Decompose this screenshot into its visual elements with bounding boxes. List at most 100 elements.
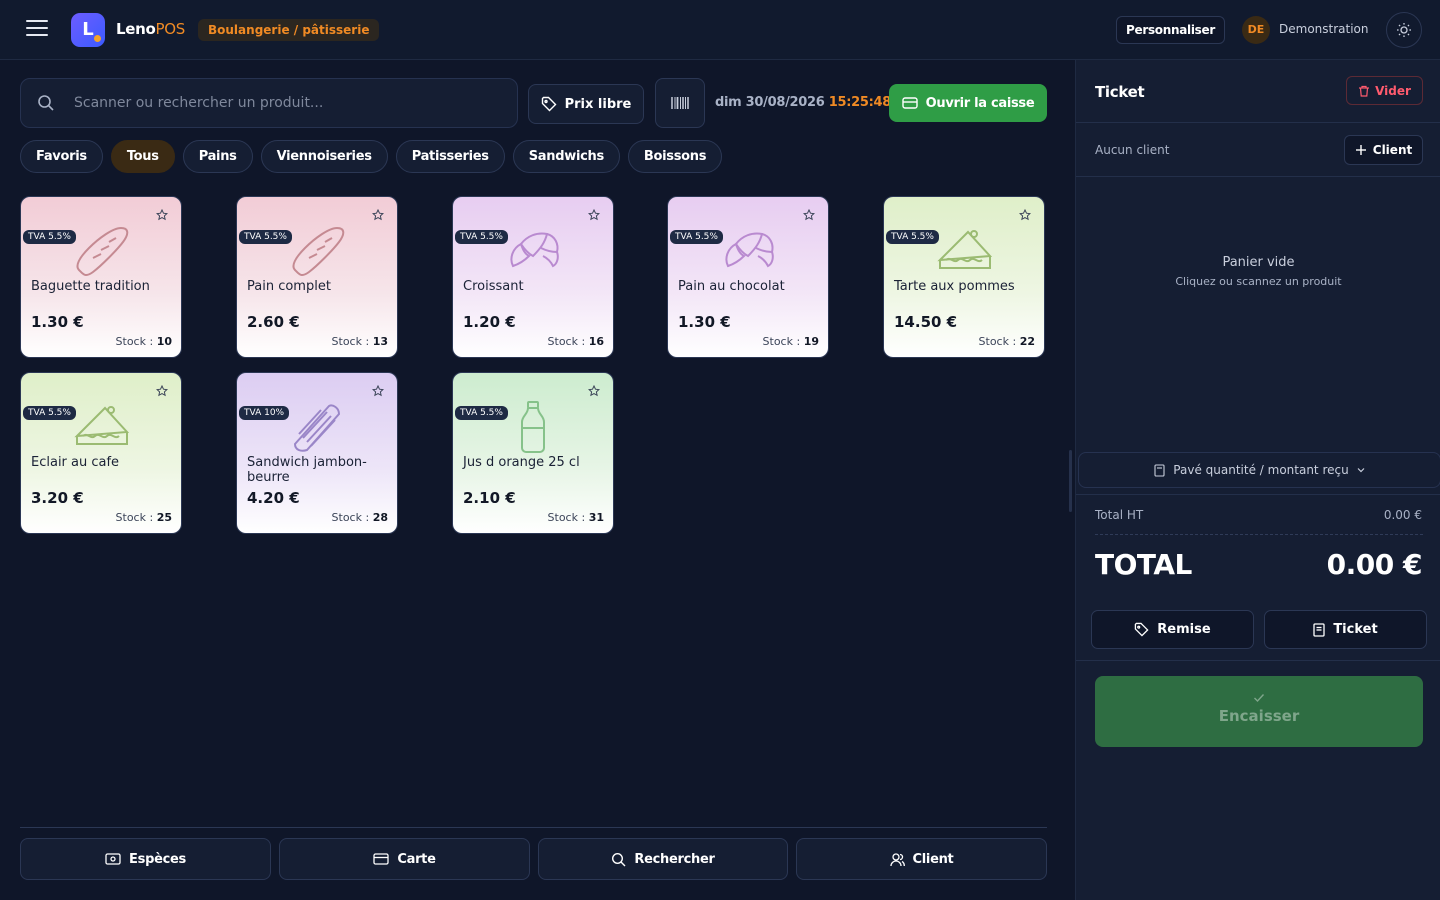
user-name[interactable]: Demonstration (1279, 22, 1369, 36)
tab-tous[interactable]: Tous (110, 140, 175, 173)
tab-viennoiseries[interactable]: Viennoiseries (260, 140, 388, 173)
user-icon (889, 852, 905, 866)
barcode-icon (671, 97, 689, 109)
trash-icon (1359, 85, 1370, 97)
card-button[interactable]: Carte (279, 838, 530, 880)
star-icon[interactable] (372, 385, 384, 397)
tva-badge: TVA 5.5% (886, 230, 939, 244)
product-card[interactable]: TVA 5.5% Tarte aux pommes 14.50 € Stock … (883, 196, 1045, 358)
product-name: Pain au chocolat (678, 279, 785, 294)
search-icon (38, 95, 54, 111)
search-label: Rechercher (634, 851, 715, 867)
star-icon[interactable] (588, 209, 600, 221)
star-icon[interactable] (156, 385, 168, 397)
star-icon[interactable] (1019, 209, 1031, 221)
product-card[interactable]: TVA 5.5% Baguette tradition 1.30 € Stock… (20, 196, 182, 358)
product-search[interactable] (20, 78, 518, 128)
product-name: Jus d orange 25 cl (463, 455, 580, 470)
total-ht-value: 0.00 € (1383, 508, 1422, 522)
panel-resize-handle[interactable] (1069, 450, 1072, 512)
total-ht-label: Total HT (1095, 508, 1144, 522)
avatar[interactable]: DE (1242, 16, 1270, 44)
keypad-label: Pavé quantité / montant reçu (1173, 463, 1349, 477)
croissant-icon (725, 232, 774, 268)
baguette-icon (292, 226, 345, 277)
cash-label: Espèces (129, 851, 186, 867)
keypad-toggle[interactable]: Pavé quantité / montant reçu (1078, 452, 1440, 488)
card-label: Carte (397, 851, 436, 867)
discount-button[interactable]: Remise (1091, 610, 1254, 649)
star-icon[interactable] (803, 209, 815, 221)
pie-slice-icon (74, 406, 130, 445)
client-label: Client (912, 851, 954, 867)
tva-badge: TVA 5.5% (23, 230, 76, 244)
product-stock: Stock : 19 (762, 335, 819, 348)
client-button[interactable]: Client (796, 838, 1047, 880)
product-stock: Stock : 13 (331, 335, 388, 348)
total-value: 0.00 € (1326, 548, 1423, 581)
star-icon[interactable] (372, 209, 384, 221)
open-register-button[interactable]: Ouvrir la caisse (889, 84, 1047, 122)
sun-icon (1397, 23, 1411, 37)
product-card[interactable]: TVA 10% Sandwich jambon-beurre 4.20 € St… (236, 372, 398, 534)
register-icon (901, 97, 918, 109)
tva-badge: TVA 5.5% (239, 230, 292, 244)
cash-button[interactable]: Espèces (20, 838, 271, 880)
dashed-divider (1095, 534, 1423, 535)
top-bar: L LenoPOS Boulangerie / pâtisserie Perso… (0, 0, 1440, 60)
product-card[interactable]: TVA 5.5% Jus d orange 25 cl 2.10 € Stock… (452, 372, 614, 534)
logo-letter: L (82, 19, 94, 40)
theme-toggle-button[interactable] (1386, 12, 1422, 48)
ticket-title: Ticket (1095, 83, 1145, 101)
current-date: dim 30/08/2026 (715, 95, 825, 110)
empty-cart-subtitle: Cliquez ou scannez un produit (1175, 275, 1342, 288)
menu-icon[interactable] (26, 20, 48, 38)
empty-cart-title: Panier vide (1222, 255, 1295, 270)
croissant-icon (510, 232, 559, 268)
search-button[interactable]: Rechercher (538, 838, 788, 880)
chevron-down-icon (1357, 468, 1365, 473)
calculator-icon (1154, 463, 1165, 477)
tab-boissons[interactable]: Boissons (627, 140, 723, 173)
tab-favoris[interactable]: Favoris (20, 140, 103, 173)
ticket-button-label: Ticket (1333, 622, 1378, 637)
product-stock: Stock : 22 (978, 335, 1035, 348)
tva-badge: TVA 5.5% (23, 406, 76, 420)
product-name: Baguette tradition (31, 279, 150, 294)
print-ticket-button[interactable]: Ticket (1264, 610, 1427, 649)
product-card[interactable]: TVA 5.5% Croissant 1.20 € Stock : 16 (452, 196, 614, 358)
barcode-button[interactable] (655, 78, 705, 128)
clear-ticket-button[interactable]: Vider (1346, 76, 1423, 105)
tag-icon (541, 96, 557, 112)
receipt-icon (1313, 622, 1325, 637)
customize-button[interactable]: Personnaliser (1116, 16, 1225, 44)
free-price-label: Prix libre (564, 96, 632, 112)
tag-icon (1135, 622, 1149, 637)
divider (1076, 176, 1440, 177)
search-input[interactable] (74, 79, 504, 127)
bottle-icon (521, 401, 545, 453)
tab-patisseries[interactable]: Patisseries (395, 140, 505, 173)
star-icon[interactable] (156, 209, 168, 221)
bottom-divider (20, 827, 1047, 828)
date-time: dim 30/08/2026 15:25:48 (715, 95, 891, 110)
product-price: 1.30 € (31, 313, 84, 331)
product-stock: Stock : 28 (331, 511, 388, 524)
product-card[interactable]: TVA 5.5% Eclair au cafe 3.20 € Stock : 2… (20, 372, 182, 534)
tab-sandwichs[interactable]: Sandwichs (512, 140, 620, 173)
product-stock: Stock : 31 (547, 511, 604, 524)
total-label: TOTAL (1095, 548, 1192, 581)
product-card[interactable]: TVA 5.5% Pain au chocolat 1.30 € Stock :… (667, 196, 829, 358)
tab-pains[interactable]: Pains (182, 140, 253, 173)
product-card[interactable]: TVA 5.5% Pain complet 2.60 € Stock : 13 (236, 196, 398, 358)
star-icon[interactable] (588, 385, 600, 397)
product-price: 3.20 € (31, 489, 84, 507)
add-client-button[interactable]: Client (1344, 135, 1423, 165)
product-name: Eclair au cafe (31, 455, 120, 470)
free-price-button[interactable]: Prix libre (528, 84, 644, 124)
checkout-button[interactable]: Encaisser (1095, 676, 1423, 747)
divider (1076, 122, 1440, 123)
product-price: 1.20 € (463, 313, 516, 331)
tva-badge: TVA 5.5% (455, 406, 508, 420)
plus-icon (1355, 145, 1366, 155)
